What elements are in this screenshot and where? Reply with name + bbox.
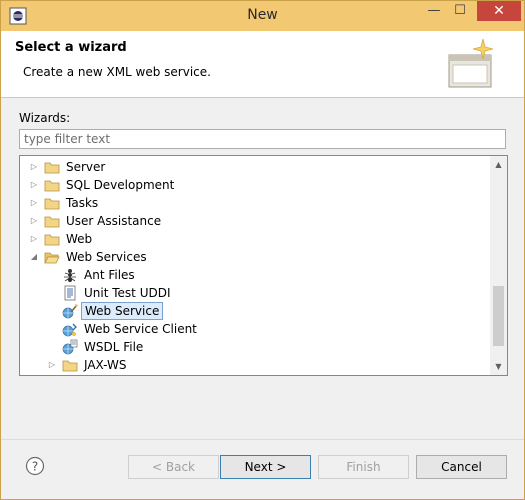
folder-open-icon [44, 252, 60, 264]
tree-item-web-services[interactable]: ◢ Web Services [20, 248, 490, 266]
expand-twisty-icon[interactable]: ▷ [28, 176, 40, 194]
tree-item-label: SQL Development [66, 178, 175, 192]
finish-button[interactable]: Finish [318, 455, 409, 479]
tree-item-label: JAX-WS [84, 358, 127, 372]
expand-twisty-icon[interactable]: ▷ [28, 230, 40, 248]
wsdl-icon [62, 339, 78, 355]
svg-text:?: ? [32, 460, 38, 474]
new-wizard-dialog: New — ☐ ✕ Select a wizard Create a new X… [0, 0, 525, 500]
tree-item-label: Tasks [66, 196, 99, 210]
expand-twisty-icon[interactable]: ▷ [28, 212, 40, 230]
web-service-icon [62, 304, 78, 319]
tree-item-web-service-client[interactable]: Web Service Client [20, 320, 490, 338]
tree-item-server[interactable]: ▷ Server [20, 158, 490, 176]
ant-icon [64, 269, 76, 283]
folder-icon [44, 198, 60, 210]
tree-item-unit-test-uddi[interactable]: Unit Test UDDI [20, 284, 490, 302]
tree-item-label: WSDL File [84, 340, 144, 354]
cancel-button[interactable]: Cancel [416, 455, 507, 479]
expand-twisty-icon[interactable]: ▷ [46, 356, 58, 374]
footer-separator [1, 439, 524, 440]
wizard-tree[interactable]: ▷ Server ▷ SQL Development ▷ Tasks ▷ User Assis… [19, 155, 508, 376]
tree-item-label: Web Service Client [84, 322, 197, 336]
back-button[interactable]: < Back [128, 455, 219, 479]
help-icon[interactable]: ? [25, 456, 45, 476]
folder-icon [44, 216, 60, 228]
tree-item-label: Web Service [81, 302, 164, 320]
tree-item-label: User Assistance [66, 214, 162, 228]
tree-item-label: Web [66, 232, 93, 246]
tree-item-label: Web Services [66, 250, 147, 264]
maximize-button[interactable]: ☐ [447, 1, 473, 21]
tree-item-jax-ws[interactable]: ▷ JAX-WS [20, 356, 490, 374]
tree-item-label: Unit Test UDDI [84, 286, 171, 300]
folder-icon [44, 180, 60, 192]
folder-icon [62, 360, 78, 372]
tree-item-web[interactable]: ▷ Web [20, 230, 490, 248]
web-service-client-icon [62, 323, 77, 337]
tree-item-wsdl-file[interactable]: WSDL File [20, 338, 490, 356]
tree-item-sql-development[interactable]: ▷ SQL Development [20, 176, 490, 194]
page-title: Select a wizard [15, 40, 127, 55]
scroll-thumb[interactable] [493, 286, 504, 346]
scroll-down-icon[interactable]: ▼ [490, 358, 507, 375]
expand-twisty-icon[interactable]: ▷ [28, 194, 40, 212]
wizards-label: Wizards: [19, 111, 71, 125]
collapse-twisty-icon[interactable]: ◢ [28, 248, 40, 266]
tree-item-label: Server [66, 160, 106, 174]
wizard-header: Select a wizard Create a new XML web ser… [1, 31, 524, 98]
tree-item-ant-files[interactable]: Ant Files [20, 266, 490, 284]
uddi-test-icon [64, 285, 76, 301]
minimize-button[interactable]: — [421, 1, 447, 21]
tree-item-label: Ant Files [84, 268, 135, 282]
folder-icon [44, 234, 60, 246]
title-bar[interactable]: New — ☐ ✕ [1, 1, 524, 31]
tree-item-web-service[interactable]: Web Service [20, 302, 490, 320]
vertical-scrollbar[interactable]: ▲ ▼ [490, 156, 507, 375]
tree-item-user-assistance[interactable]: ▷ User Assistance [20, 212, 490, 230]
tree-item-tasks[interactable]: ▷ Tasks [20, 194, 490, 212]
scroll-up-icon[interactable]: ▲ [490, 156, 507, 173]
wizard-banner-icon [448, 38, 494, 88]
close-button[interactable]: ✕ [477, 1, 521, 21]
next-button[interactable]: Next > [220, 455, 311, 479]
expand-twisty-icon[interactable]: ▷ [28, 158, 40, 176]
filter-input[interactable] [19, 129, 506, 149]
folder-icon [44, 162, 60, 174]
page-description: Create a new XML web service. [23, 65, 211, 79]
